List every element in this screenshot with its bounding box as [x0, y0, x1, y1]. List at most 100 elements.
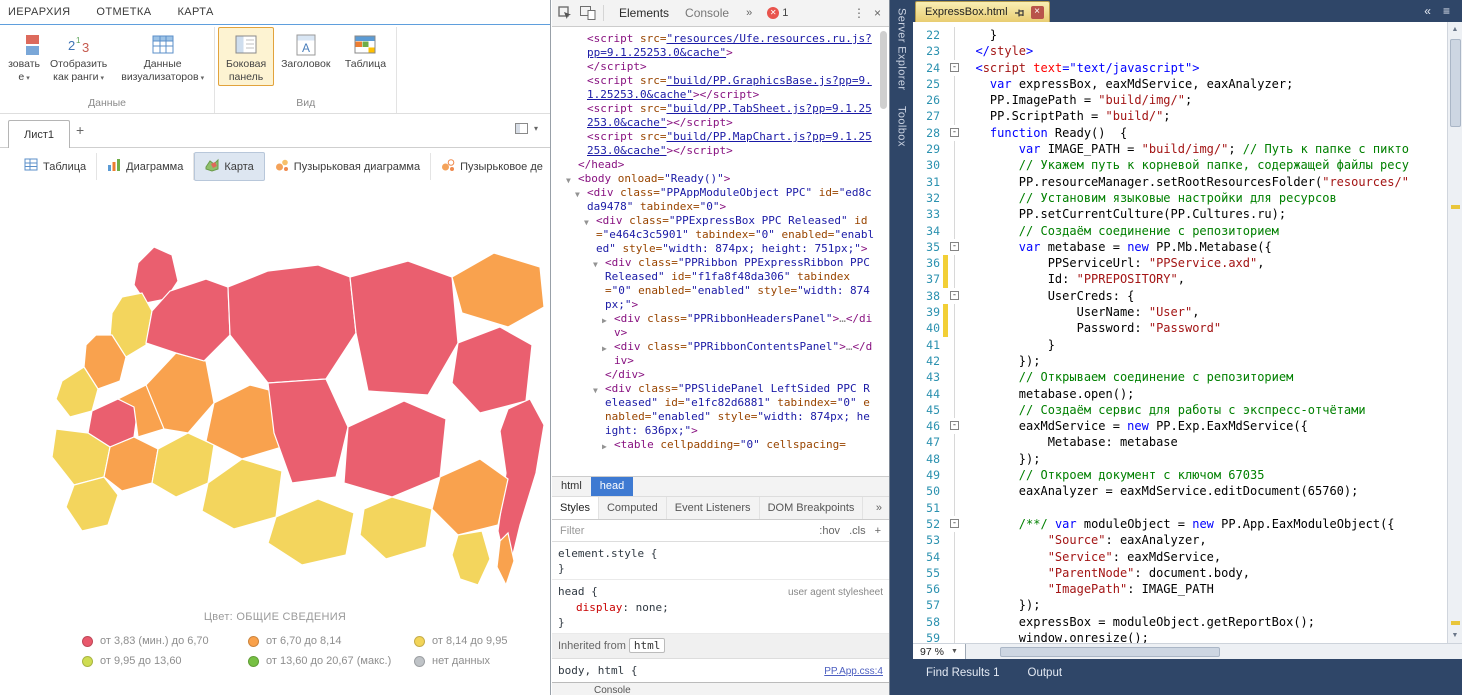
document-tab-expressbox[interactable]: ExpressBox.html × — [915, 1, 1050, 22]
view-tab-2[interactable]: Карта — [194, 152, 264, 181]
collapse-icon[interactable]: « — [1424, 4, 1431, 18]
dom-node-12[interactable]: </div> — [552, 368, 889, 382]
fold-minus-box[interactable]: - — [950, 128, 959, 137]
code-line-26[interactable]: 26 PP.ImagePath = "build/img/"; — [913, 92, 1447, 108]
new-rule-button[interactable]: + — [875, 525, 881, 537]
devtools-menu-icon[interactable]: ⋮ — [853, 6, 865, 20]
fold-minus-box[interactable]: - — [950, 291, 959, 300]
ribbon-button-0-2[interactable]: Данныевизуализаторов▾ — [114, 27, 211, 88]
bottom-tab-0[interactable]: Find Results 1 — [926, 667, 1000, 679]
fold-collapse-icon[interactable]: - — [948, 125, 961, 141]
breadcrumb-head[interactable]: head — [591, 477, 633, 496]
css-selector[interactable]: element.style { — [558, 546, 657, 561]
menu-icon[interactable]: ≡ — [1443, 4, 1450, 18]
code-line-45[interactable]: 45 // Создаём сервис для работы с экспре… — [913, 402, 1447, 418]
dom-node-11[interactable]: ▶<div class="PPRibbonContentsPanel">…</d… — [552, 340, 889, 368]
code-line-29[interactable]: 29 var IMAGE_PATH = "build/img/"; // Пут… — [913, 141, 1447, 157]
code-line-56[interactable]: 56 "ImagePath": IMAGE_PATH — [913, 581, 1447, 597]
fold-collapse-icon[interactable]: - — [948, 60, 961, 76]
scroll-up-icon[interactable]: ▲ — [1448, 22, 1462, 37]
ribbon-tab-1[interactable]: ОТМЕТКА — [96, 6, 151, 18]
add-sheet-button[interactable]: + — [76, 122, 84, 138]
hov-toggle[interactable]: :hov — [819, 525, 840, 537]
code-line-52[interactable]: 52- /**/ var moduleObject = new PP.App.E… — [913, 516, 1447, 532]
fold-collapse-icon[interactable]: - — [948, 239, 961, 255]
code-line-35[interactable]: 35- var metabase = new PP.Mb.Metabase({ — [913, 239, 1447, 255]
code-line-44[interactable]: 44 metabase.open(); — [913, 386, 1447, 402]
map-region-15[interactable] — [268, 379, 348, 483]
breadcrumb-html[interactable]: html — [552, 477, 591, 496]
code-line-40[interactable]: 40 Password: "Password" — [913, 320, 1447, 336]
code-line-24[interactable]: 24- <script text="text/javascript"> — [913, 60, 1447, 76]
dom-node-14[interactable]: ▶<table cellpadding="0" cellspacing= — [552, 438, 889, 452]
ribbon-button-1-0[interactable]: Боковаяпанель — [218, 27, 274, 86]
css-selector[interactable]: body, html { — [558, 663, 637, 678]
drawer-console-tab[interactable]: Console — [594, 685, 631, 695]
dom-node-3[interactable]: <script src="build/PP.TabSheet.js?pp=9.1… — [552, 102, 889, 130]
cls-toggle[interactable]: .cls — [849, 525, 866, 537]
code-line-59[interactable]: 59 window.onresize(); — [913, 630, 1447, 643]
inherited-node-chip[interactable]: html — [629, 638, 666, 653]
code-line-51[interactable]: 51 — [913, 500, 1447, 516]
css-selector[interactable]: head { — [558, 584, 598, 599]
code-line-32[interactable]: 32 // Установим языковые настройки для р… — [913, 190, 1447, 206]
ribbon-button-1-1[interactable]: AЗаголовок — [274, 27, 337, 74]
devtools-tab-elements[interactable]: Elements — [611, 0, 677, 26]
code-line-42[interactable]: 42 }); — [913, 353, 1447, 369]
stylesheet-link[interactable]: PP.App.css:4 — [824, 664, 883, 679]
dom-node-7[interactable]: ▼<div class="PPAppModuleObject PPC" id="… — [552, 186, 889, 214]
expand-arrow-closed[interactable]: ▶ — [602, 440, 607, 454]
fold-minus-box[interactable]: - — [950, 242, 959, 251]
code-line-33[interactable]: 33 PP.setCurrentCulture(PP.Cultures.ru); — [913, 206, 1447, 222]
map-region-16[interactable] — [350, 261, 458, 395]
code-line-34[interactable]: 34 // Создаём соединение с репозиторием — [913, 223, 1447, 239]
map-region-14[interactable] — [202, 459, 282, 529]
code-line-36[interactable]: 36 PPServiceUrl: "PPService.axd", — [913, 255, 1447, 271]
expand-arrow-open[interactable]: ▼ — [593, 258, 598, 272]
editor-scrollbar[interactable]: ▲ ▼ — [1447, 22, 1462, 643]
map-region-7[interactable] — [66, 477, 118, 531]
code-line-53[interactable]: 53 "Source": eaxAnalyzer, — [913, 532, 1447, 548]
fold-collapse-icon[interactable]: - — [948, 418, 961, 434]
filter-input[interactable]: Filter — [560, 525, 584, 537]
sidebar-more-icon[interactable]: » — [869, 497, 889, 519]
dom-node-8[interactable]: ▼<div class="PPExpressBox PPC Released" … — [552, 214, 889, 256]
sidebar-tab-1[interactable]: Computed — [599, 497, 667, 519]
map-region-17[interactable] — [344, 401, 446, 497]
close-document-icon[interactable]: × — [1031, 6, 1044, 19]
bottom-tab-1[interactable]: Output — [1028, 667, 1063, 679]
expand-arrow-open[interactable]: ▼ — [575, 188, 580, 202]
css-property[interactable]: display: none; — [558, 600, 883, 615]
expand-arrow-open[interactable]: ▼ — [593, 384, 598, 398]
fold-collapse-icon[interactable]: - — [948, 516, 961, 532]
pin-icon[interactable] — [1014, 7, 1025, 18]
fold-minus-box[interactable]: - — [950, 519, 959, 528]
drawer-bar[interactable]: Console — [552, 682, 889, 695]
map-region-10[interactable] — [152, 433, 214, 497]
map-region-23[interactable] — [360, 497, 432, 559]
code-line-43[interactable]: 43 // Открываем соединение с репозиторие… — [913, 369, 1447, 385]
dom-node-5[interactable]: </head> — [552, 158, 889, 172]
sidebar-tab-2[interactable]: Event Listeners — [667, 497, 760, 519]
code-line-28[interactable]: 28- function Ready() { — [913, 125, 1447, 141]
fold-minus-box[interactable]: - — [950, 421, 959, 430]
inspect-element-icon[interactable] — [558, 6, 573, 21]
code-line-31[interactable]: 31 PP.resourceManager.setRootResourcesFo… — [913, 174, 1447, 190]
dom-node-9[interactable]: ▼<div class="PPRibbon PPExpressRibbon PP… — [552, 256, 889, 312]
code-line-55[interactable]: 55 "ParentNode": document.body, — [913, 565, 1447, 581]
expand-arrow-open[interactable]: ▼ — [584, 216, 589, 230]
fold-collapse-icon[interactable]: - — [948, 288, 961, 304]
error-badge[interactable]: ✕ 1 — [767, 7, 788, 19]
map-region-18[interactable] — [268, 499, 354, 565]
view-tab-1[interactable]: Диаграмма — [97, 153, 194, 180]
dom-node-1[interactable]: </script> — [552, 60, 889, 74]
dom-node-6[interactable]: ▼<body onload="Ready()"> — [552, 172, 889, 186]
view-tab-3[interactable]: Пузырьковая диаграмма — [265, 153, 431, 180]
view-tab-4[interactable]: Пузырьковое де — [431, 153, 551, 180]
side-tab-server-explorer[interactable]: Server Explorer — [896, 8, 908, 90]
code-line-38[interactable]: 38- UserCreds: { — [913, 288, 1447, 304]
code-editor[interactable]: 22 }23 </style>24- <script text="text/ja… — [913, 22, 1447, 643]
more-tabs-icon[interactable]: » — [744, 7, 754, 19]
code-line-57[interactable]: 57 }); — [913, 597, 1447, 613]
panel-toggle-button[interactable]: ▾ — [515, 123, 538, 134]
